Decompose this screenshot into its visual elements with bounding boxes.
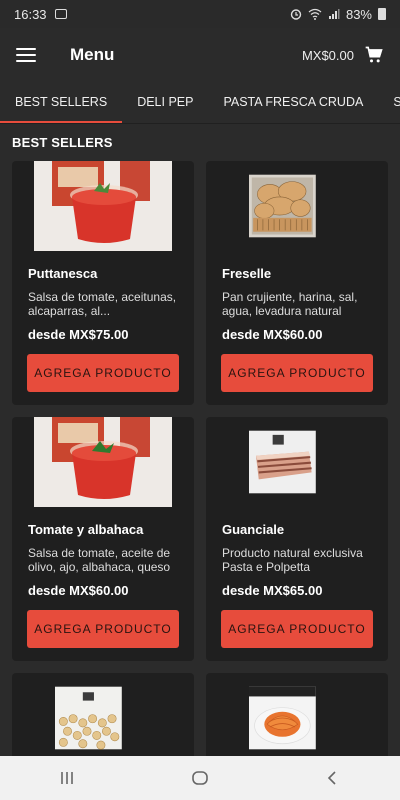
tab-deli-pep[interactable]: DELI PEP (122, 82, 208, 123)
product-image (249, 686, 316, 750)
back-icon[interactable] (324, 769, 342, 787)
product-description: Producto natural exclusiva Pasta e Polpe… (222, 546, 363, 574)
add-product-button[interactable]: AGREGA PRODUCTO (27, 610, 179, 648)
status-bar: 16:33 83% (0, 0, 400, 28)
page-title: Menu (70, 45, 115, 64)
add-product-button[interactable]: AGREGA PRODUCTO (221, 610, 373, 648)
product-price: desde MX$75.00 (28, 327, 129, 342)
status-time: 16:33 (14, 6, 47, 22)
product-image (249, 430, 316, 494)
product-grid: Puttanesca Salsa de tomate, aceitunas, a… (12, 161, 388, 763)
product-card[interactable]: Guanciale Producto natural exclusiva Pas… (206, 417, 388, 661)
signal-icon (328, 9, 340, 19)
product-card[interactable]: Puttanesca Salsa de tomate, aceitunas, a… (12, 161, 194, 405)
product-price: desde MX$60.00 (28, 583, 129, 598)
product-price: desde MX$65.00 (222, 583, 323, 598)
product-name: Guanciale (222, 522, 285, 537)
add-product-button[interactable]: AGREGA PRODUCTO (27, 354, 179, 392)
tab-salsas[interactable]: SALS (378, 82, 400, 123)
product-card[interactable] (12, 673, 194, 763)
section-title: BEST SELLERS (12, 135, 113, 150)
product-image (34, 161, 172, 251)
product-image (249, 174, 316, 238)
category-tabs: BEST SELLERS DELI PEP PASTA FRESCA CRUDA… (0, 82, 400, 124)
tab-best-sellers[interactable]: BEST SELLERS (0, 82, 123, 123)
product-image (55, 686, 122, 750)
product-name: Puttanesca (28, 266, 98, 281)
wifi-icon (308, 8, 322, 20)
product-price: desde MX$60.00 (222, 327, 323, 342)
product-description: Salsa de tomate, aceite de olivo, ajo, a… (28, 546, 171, 574)
recent-apps-icon[interactable] (58, 769, 76, 787)
system-nav-bar (0, 756, 400, 800)
battery-percent: 83% (345, 6, 372, 22)
cart-total[interactable]: MX$0.00 (302, 48, 354, 63)
product-name: Tomate y albahaca (28, 522, 144, 537)
gallery-notification-icon (54, 9, 67, 19)
cart-icon[interactable] (364, 45, 384, 65)
product-card[interactable] (206, 673, 388, 763)
product-description: Salsa de tomate, aceitunas, alcaparras, … (28, 290, 177, 318)
product-name: Freselle (222, 266, 272, 281)
app-bar: Menu MX$0.00 (0, 28, 400, 82)
product-description: Pan crujiente, harina, sal, agua, levadu… (222, 290, 358, 318)
add-product-button[interactable]: AGREGA PRODUCTO (221, 354, 373, 392)
menu-icon[interactable] (16, 48, 36, 62)
tab-pasta-fresca-cruda[interactable]: PASTA FRESCA CRUDA (208, 82, 378, 123)
product-card[interactable]: Freselle Pan crujiente, harina, sal, agu… (206, 161, 388, 405)
battery-icon (378, 8, 386, 20)
product-image (34, 417, 172, 507)
home-icon[interactable] (191, 769, 209, 787)
alarm-icon (290, 9, 302, 20)
product-card[interactable]: Tomate y albahaca Salsa de tomate, aceit… (12, 417, 194, 661)
